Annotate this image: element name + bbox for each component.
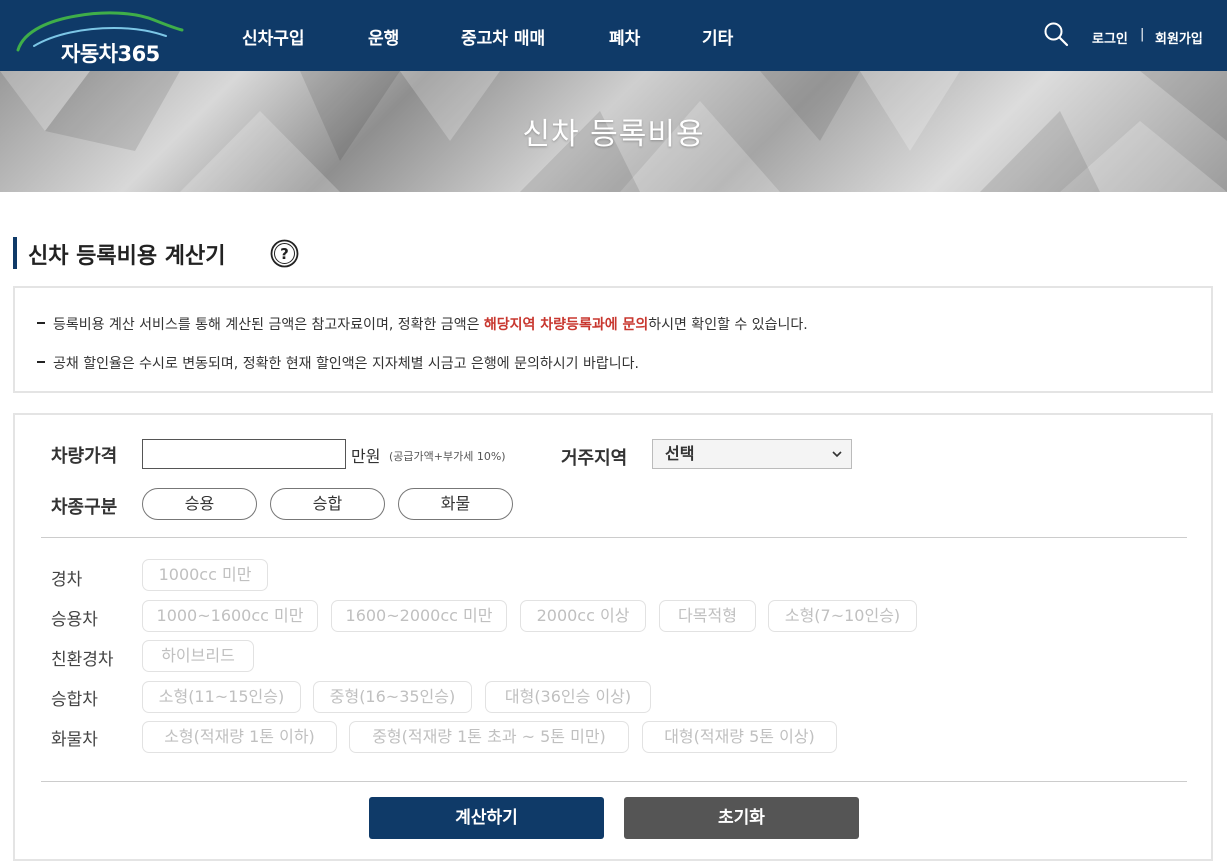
top-header: 자동차365 신차구입 운행 중고차 매매 폐차 기타 로그인 | 회원가입 [0,0,1227,71]
auth-separator: | [1140,27,1145,42]
category-label: 친환경차 [51,650,114,670]
option-button[interactable]: 중형(적재량 1톤 초과 ~ 5톤 미만) [349,721,629,753]
type-truck-button[interactable]: 화물 [398,488,513,520]
option-button[interactable]: 중형(16~35인승) [313,681,472,713]
option-button[interactable]: 1000~1600cc 미만 [142,600,318,632]
divider [41,537,1187,538]
type-passenger-button[interactable]: 승용 [142,488,257,520]
option-button[interactable]: 소형(7~10인승) [768,600,917,632]
price-label: 차량가격 [51,446,118,467]
nav-etc[interactable]: 기타 [702,24,733,49]
option-button[interactable]: 하이브리드 [142,640,254,672]
category-label: 승용차 [51,610,98,630]
signup-link[interactable]: 회원가입 [1155,28,1203,47]
nav-scrap[interactable]: 폐차 [609,24,640,49]
bullet-dash [37,361,45,363]
notice-box: 등록비용 계산 서비스를 통해 계산된 금액은 참고자료이며, 정확한 금액은 … [13,286,1213,393]
calculator-form: 차량가격 만원 (공급가액+부가세 10%) 거주지역 선택 차종구분 승용 승… [13,413,1213,861]
help-icon[interactable]: ? [270,239,299,268]
page-banner: 신차 등록비용 [0,71,1227,192]
option-button[interactable]: 2000cc 이상 [520,600,646,632]
divider [41,781,1187,782]
login-link[interactable]: 로그인 [1092,28,1128,47]
option-button[interactable]: 대형(36인승 이상) [485,681,651,713]
chevron-down-icon [832,451,842,458]
notice-line-1: 등록비용 계산 서비스를 통해 계산된 금액은 참고자료이며, 정확한 금액은 … [37,314,808,334]
section-title: 신차 등록비용 계산기 [28,244,226,269]
type-van-button[interactable]: 승합 [270,488,385,520]
option-button[interactable]: 대형(적재량 5톤 이상) [642,721,837,753]
svg-text:?: ? [280,245,289,263]
section-title-bar [13,237,17,269]
option-button[interactable]: 다목적형 [659,600,756,632]
category-label: 화물차 [51,730,98,750]
notice-2-text: 공채 할인율은 수시로 변동되며, 정확한 현재 할인액은 지자체별 시금고 은… [53,356,639,372]
price-note: (공급가액+부가세 10%) [389,450,506,463]
reset-button[interactable]: 초기화 [624,797,859,839]
region-selected-value: 선택 [665,444,695,463]
option-button[interactable]: 소형(적재량 1톤 이하) [142,721,337,753]
region-label: 거주지역 [561,448,628,469]
notice-line-2: 공채 할인율은 수시로 변동되며, 정확한 현재 할인액은 지자체별 시금고 은… [37,353,639,373]
calculate-button[interactable]: 계산하기 [369,797,604,839]
region-select[interactable]: 선택 [652,439,852,469]
nav-used-car[interactable]: 중고차 매매 [461,24,545,49]
banner-title: 신차 등록비용 [522,117,705,152]
nav-new-car[interactable]: 신차구입 [242,24,305,49]
option-button[interactable]: 1000cc 미만 [142,559,268,591]
notice-1-emphasis: 해당지역 차량등록과에 문의 [483,317,649,333]
search-icon[interactable] [1043,21,1069,47]
nav-driving[interactable]: 운행 [368,24,399,49]
category-label: 승합차 [51,690,98,710]
category-label: 경차 [51,570,83,590]
notice-1-tail: 하시면 확인할 수 있습니다. [648,317,808,333]
notice-1-text: 등록비용 계산 서비스를 통해 계산된 금액은 참고자료이며, 정확한 금액은 [53,317,484,333]
vehicle-type-label: 차종구분 [51,497,118,518]
option-button[interactable]: 1600~2000cc 미만 [331,600,507,632]
price-input[interactable] [142,439,346,469]
bullet-dash [37,322,45,324]
site-logo[interactable]: 자동차365 [14,6,186,66]
price-unit: 만원 [351,447,381,466]
logo-text: 자동차365 [61,42,160,66]
option-button[interactable]: 소형(11~15인승) [142,681,301,713]
